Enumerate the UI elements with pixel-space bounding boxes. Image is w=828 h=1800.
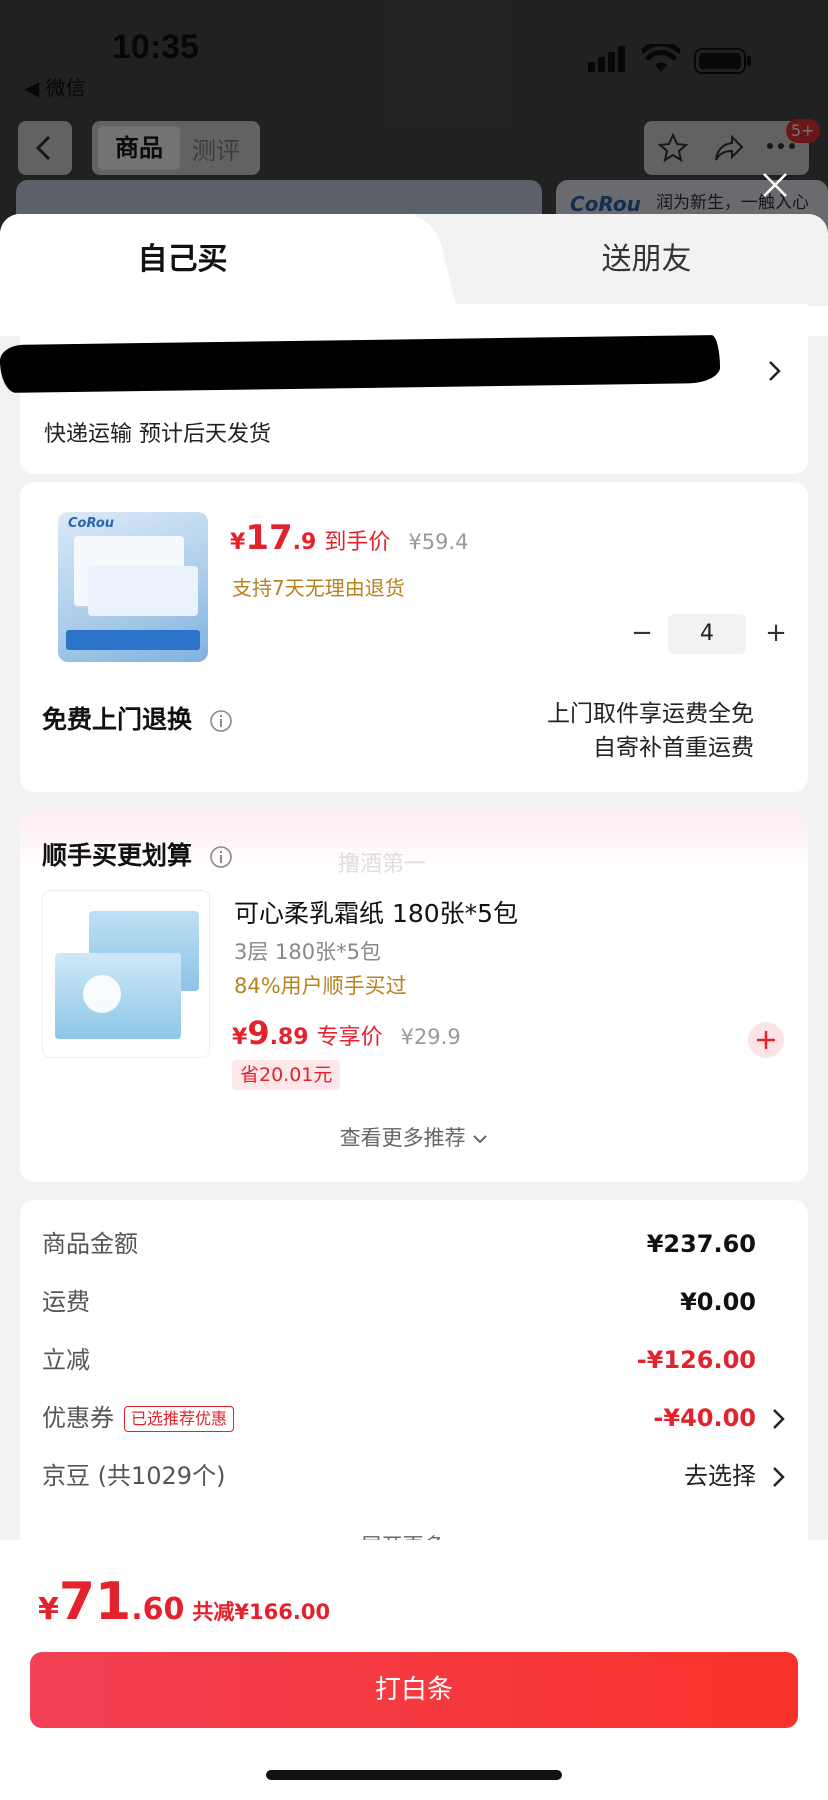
shipping-estimate: 快递运输 预计后天发货 [44, 422, 271, 447]
summary-row-subtotal: 商品金额 ¥237.60 [42, 1224, 786, 1264]
tab-buy-self[interactable]: 自己买 [0, 214, 415, 306]
total-savings: 共减¥166.00 [192, 1600, 331, 1624]
chevron-right-icon [769, 361, 781, 381]
purchase-sheet: 送朋友 自己买 快递运输 预计后天发货 CoRou ¥17.9 到手价 ¥59.4 … [0, 214, 828, 1800]
watermark: 撸酒第一 [338, 852, 427, 877]
star-icon[interactable] [658, 133, 688, 163]
total-integer: 71 [58, 1572, 132, 1632]
quantity-input[interactable]: 4 [668, 614, 746, 654]
info-icon[interactable] [209, 709, 233, 733]
summary-label: 优惠券 已选推荐优惠 [42, 1398, 235, 1438]
redacted-address [0, 334, 721, 394]
addon-title-text: 顺手买更划算 [42, 841, 193, 870]
chevron-down-icon [473, 1135, 488, 1144]
price-integer: 9 [247, 1014, 270, 1052]
addon-price: ¥9.89 专享价 ¥29.9 [232, 1014, 461, 1052]
summary-label: 京豆 (共1029个) [42, 1462, 226, 1490]
tab-gift-friend[interactable]: 送朋友 [415, 214, 828, 306]
summary-value: ¥0.00 [680, 1288, 756, 1316]
background-nav: 商品 测评 5+ [0, 115, 828, 185]
quantity-increase-button[interactable]: + [758, 614, 794, 654]
tab-gift-label: 送朋友 [601, 242, 692, 277]
add-to-order-button[interactable] [748, 1022, 784, 1058]
chevron-right-icon [773, 1467, 785, 1487]
currency-symbol: ¥ [230, 530, 246, 555]
signal-icon [588, 46, 625, 72]
pay-button[interactable]: 打白条 [30, 1652, 798, 1728]
savings-badge: 省20.01元 [232, 1060, 341, 1090]
price-decimal: .89 [269, 1025, 309, 1050]
status-bar: 10:35 ◀ 微信 [0, 0, 828, 110]
summary-value: ¥237.60 [646, 1230, 756, 1258]
header-actions [644, 121, 809, 175]
coupon-label: 优惠券 [42, 1404, 114, 1432]
brand-logo: CoRou [570, 192, 641, 216]
battery-icon [694, 48, 751, 74]
price-tag: 到手价 [324, 530, 391, 555]
home-indicator [266, 1770, 562, 1780]
summary-label: 立减 [42, 1346, 90, 1374]
pickup-info-line2: 自寄补首重运费 [593, 735, 754, 761]
summary-row-discount: 立减 -¥126.00 [42, 1340, 786, 1380]
address-card[interactable]: 快递运输 预计后天发货 [0, 304, 808, 474]
addon-product-name[interactable]: 可心柔乳霜纸 180张*5包 [234, 894, 518, 930]
quantity-decrease-button[interactable]: − [624, 614, 660, 654]
pickup-info-line1: 上门取件享运费全免 [547, 701, 754, 727]
original-price: ¥59.4 [408, 530, 469, 554]
summary-value: 去选择 [684, 1462, 756, 1490]
back-button[interactable] [18, 121, 72, 175]
product-image[interactable]: CoRou [58, 512, 208, 662]
more-icon[interactable] [766, 141, 796, 151]
see-more-label: 查看更多推荐 [339, 1126, 466, 1150]
price-tag: 专享价 [316, 1025, 383, 1050]
chevron-left-icon [35, 135, 51, 161]
price-integer: 17 [245, 518, 293, 558]
currency-symbol: ¥ [232, 1025, 248, 1050]
checkout-bar: ¥71.60 共减¥166.00 打白条 [0, 1540, 828, 1800]
return-policy: 支持7天无理由退货 [232, 576, 405, 600]
product-brand: CoRou [68, 516, 115, 531]
see-more-recommendations[interactable]: 查看更多推荐 [20, 1122, 808, 1152]
share-icon[interactable] [714, 133, 744, 163]
tab-self-label: 自己买 [137, 242, 228, 277]
summary-row-coupon[interactable]: 优惠券 已选推荐优惠 -¥40.00 [42, 1398, 786, 1438]
price-decimal: .9 [292, 530, 317, 555]
summary-value: -¥40.00 [653, 1404, 756, 1432]
tab-review[interactable]: 测评 [192, 131, 240, 166]
currency-symbol: ¥ [38, 1592, 59, 1627]
summary-value: -¥126.00 [636, 1346, 756, 1374]
summary-row-shipping: 运费 ¥0.00 [42, 1282, 786, 1322]
product-tabs: 商品 测评 [92, 121, 260, 175]
quantity-stepper: − 4 + [624, 614, 794, 654]
original-price: ¥29.9 [400, 1025, 461, 1049]
purchase-mode-tabs: 送朋友 自己买 [0, 214, 828, 306]
total-price: ¥71.60 共减¥166.00 [38, 1572, 330, 1632]
product-card: CoRou ¥17.9 到手价 ¥59.4 支持7天无理由退货 − 4 + 免费上门… [20, 482, 808, 792]
addon-title: 顺手买更划算 [42, 836, 233, 872]
summary-label: 商品金额 [42, 1230, 138, 1258]
status-time: 10:35 [112, 28, 199, 66]
message-count-badge: 5+ [786, 119, 820, 143]
wifi-icon [642, 44, 680, 72]
summary-label: 运费 [42, 1288, 90, 1316]
chevron-right-icon [773, 1409, 785, 1429]
tab-product[interactable]: 商品 [98, 126, 180, 170]
free-return-text: 免费上门退换 [42, 705, 193, 734]
free-return-label: 免费上门退换 [42, 700, 233, 736]
product-price: ¥17.9 到手价 ¥59.4 [230, 518, 468, 558]
addon-social-proof: 84%用户顺手买过 [234, 974, 407, 998]
close-icon[interactable] [760, 170, 790, 200]
addon-product-image[interactable] [42, 890, 210, 1058]
addon-product-spec: 3层 180张*5包 [234, 940, 381, 964]
summary-row-jd-beans[interactable]: 京豆 (共1029个) 去选择 [42, 1456, 786, 1496]
total-decimal: .60 [131, 1592, 185, 1627]
coupon-status-badge: 已选推荐优惠 [124, 1406, 235, 1432]
addon-recommendation-card: 顺手买更划算 撸酒第一 可心柔乳霜纸 180张*5包 3层 180张*5包 84… [20, 810, 808, 1182]
info-icon[interactable] [209, 845, 233, 869]
back-to-wechat-link[interactable]: ◀ 微信 [24, 72, 86, 101]
